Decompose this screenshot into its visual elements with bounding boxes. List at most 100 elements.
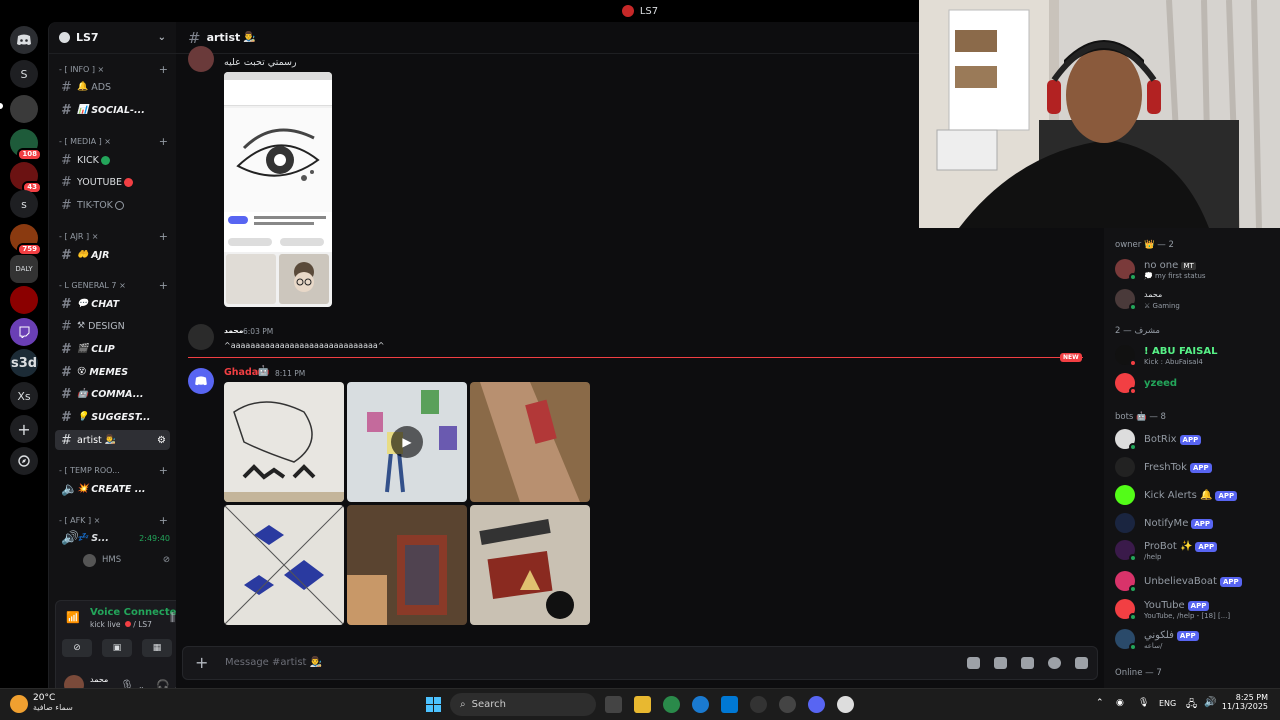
play-icon[interactable]: ▶ [391, 426, 423, 458]
channel-social[interactable]: # 📊 SOCIAL-... [55, 100, 170, 120]
video-off-button[interactable]: ⊘ [62, 639, 92, 657]
weather-widget[interactable]: 20°C سماء صافية [33, 693, 73, 712]
server-c[interactable]: 43 [10, 162, 42, 194]
gift-icon[interactable] [967, 657, 980, 669]
activities-button[interactable]: ▦ [142, 639, 172, 657]
channel-youtube[interactable]: # YOUTUBE [55, 172, 170, 192]
category-afk[interactable]: - [ AFK ] × + [59, 514, 168, 527]
file-explorer-icon[interactable] [634, 696, 651, 713]
channel-commands[interactable]: # 🤖 COMMA... [55, 384, 170, 404]
add-channel-icon[interactable]: + [159, 135, 168, 148]
member-kick-alerts[interactable]: Kick Alerts 🔔 APP [1115, 484, 1275, 510]
server-a[interactable] [10, 95, 38, 123]
edge-icon[interactable] [692, 696, 709, 713]
server-b[interactable]: 108 [10, 129, 42, 161]
channel-ajr[interactable]: # 🤲 AJR [55, 245, 170, 265]
discord-home-icon[interactable] [10, 26, 38, 54]
windows-start-icon[interactable] [426, 697, 441, 712]
channel-afk-voice[interactable]: 🔊 💤 S... 2:49:40 [55, 528, 170, 548]
category-info[interactable]: - [ INFO ] × + [59, 63, 168, 76]
message-composer[interactable]: + Message #artist 👨‍🎨 [182, 646, 1098, 680]
chrome-icon[interactable] [663, 696, 680, 713]
channel-create[interactable]: 🔈 💥 CREATE ... [55, 479, 170, 499]
message-author[interactable]: محمد [224, 326, 243, 335]
gear-icon[interactable]: ⚙ [157, 435, 166, 446]
member-probot[interactable]: ProBot ✨ APP/help [1115, 539, 1275, 565]
category-temp[interactable]: - [ TEMP ROO... + [59, 464, 168, 477]
add-channel-icon[interactable]: + [159, 514, 168, 527]
server-s-1[interactable]: S [10, 60, 38, 88]
member-no-one[interactable]: no one MT 💭 my first status [1115, 258, 1275, 284]
tray-app-icon[interactable]: ◉ [1116, 698, 1124, 708]
member-mohammed[interactable]: محمد ⚔ Gaming [1115, 288, 1275, 314]
member-botrix[interactable]: BotRix APP [1115, 428, 1275, 454]
member-youtube[interactable]: YouTube APP YouTube, /help - [18] [...] [1115, 598, 1275, 624]
app-icon[interactable] [750, 696, 767, 713]
avatar[interactable] [188, 368, 214, 394]
microphone-tray-icon[interactable]: 🎙 [1138, 698, 1149, 708]
explore-servers-icon[interactable] [10, 447, 38, 475]
app-icon[interactable] [779, 696, 796, 713]
server-daly[interactable]: DALY [10, 255, 38, 283]
server-xs[interactable]: Xs [10, 382, 38, 410]
channel-clip[interactable]: # 🎬 CLIP [55, 339, 170, 359]
clock[interactable]: 8:25 PM 11/13/2025 [1222, 693, 1268, 711]
channel-design[interactable]: # ⚒ DESIGN [55, 316, 170, 336]
voice-user-hms[interactable]: HMS ⊘ [77, 550, 170, 570]
attachment-photo-1[interactable] [470, 382, 590, 502]
server-twitch[interactable] [10, 318, 38, 346]
screen-share-button[interactable]: ▣ [102, 639, 132, 657]
volume-icon[interactable]: 🔊 [1204, 697, 1216, 708]
category-general[interactable]: - L GENERAL 7 × + [59, 279, 168, 292]
add-server-icon[interactable]: + [10, 415, 38, 443]
attachment-photo-4[interactable] [470, 505, 590, 625]
add-attachment-icon[interactable]: + [195, 653, 208, 672]
category-ajr[interactable]: - [ AJR ] × + [59, 230, 168, 243]
network-icon[interactable]: 🖧 [1186, 697, 1197, 714]
noise-suppression-icon[interactable]: ⫼ [170, 611, 175, 625]
member-abu-faisal[interactable]: ! ABU FAISAL Kick : AbuFaisal4 [1115, 344, 1275, 370]
channel-memes[interactable]: # 😵 MEMES [55, 362, 170, 382]
add-channel-icon[interactable]: + [159, 230, 168, 243]
attachment-drawing-camels[interactable] [224, 382, 344, 502]
sticker-icon[interactable] [1021, 657, 1034, 669]
language-indicator[interactable]: ENG [1159, 699, 1176, 708]
avatar[interactable] [188, 46, 214, 72]
member-notifyme[interactable]: NotifyMe APP [1115, 512, 1275, 538]
tray-chevron-icon[interactable]: ⌃ [1096, 698, 1104, 708]
add-channel-icon[interactable]: + [159, 279, 168, 292]
store-icon[interactable] [721, 696, 738, 713]
server-s-2[interactable]: s [10, 190, 38, 218]
member-freshtok[interactable]: FreshTok APP [1115, 456, 1275, 482]
apps-icon[interactable] [1075, 657, 1088, 669]
taskbar-search[interactable]: ⌕ Search [450, 693, 596, 716]
obs-icon[interactable] [837, 696, 854, 713]
guild-header[interactable]: LS7 ⌄ [49, 22, 176, 54]
channel-ads[interactable]: # 🔔 ADS [55, 77, 170, 97]
attachment-video[interactable]: ▶ [347, 382, 467, 502]
task-view-icon[interactable] [605, 696, 622, 713]
attachment-photo-3[interactable] [347, 505, 467, 625]
add-channel-icon[interactable]: + [159, 63, 168, 76]
channel-suggest[interactable]: # 💡 SUGGEST... [55, 407, 170, 427]
message-author[interactable]: Ghada [224, 367, 258, 378]
server-e[interactable] [10, 286, 38, 314]
discord-taskbar-icon[interactable] [808, 696, 825, 713]
message-input[interactable]: Message #artist 👨‍🎨 [225, 657, 322, 668]
voice-channel[interactable]: kick live / LS7 [90, 620, 152, 629]
channel-artist[interactable]: # artist 👨‍🎨 ⚙ [55, 430, 170, 450]
member-unbelievaboat[interactable]: UnbelievaBoat APP [1115, 570, 1275, 596]
category-media[interactable]: - [ MEDIA ] × + [59, 135, 168, 148]
channel-tiktok[interactable]: # TIK-TOK [55, 195, 170, 215]
server-d[interactable]: 759 [10, 224, 42, 256]
channel-kick[interactable]: # KICK [55, 150, 170, 170]
attachment-photo-2[interactable] [224, 505, 344, 625]
emoji-icon[interactable] [1048, 657, 1061, 669]
member-falakoni[interactable]: فلكوني APP ساعه/ [1115, 628, 1275, 654]
add-channel-icon[interactable]: + [159, 464, 168, 477]
member-yzeed[interactable]: yzeed [1115, 372, 1275, 398]
gif-icon[interactable] [994, 657, 1007, 669]
attachment-screenshot[interactable] [224, 72, 332, 307]
channel-chat[interactable]: # 💬 CHAT [55, 294, 170, 314]
avatar[interactable] [188, 324, 214, 350]
